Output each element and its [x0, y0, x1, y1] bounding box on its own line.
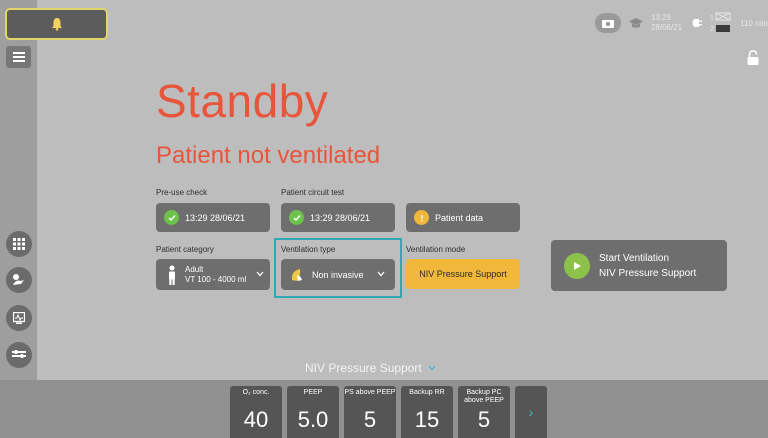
lock-icon[interactable] [746, 50, 760, 66]
datetime: 13:29 28/06/21 [651, 13, 682, 33]
battery-time: 110 min [740, 18, 768, 28]
power-plug-icon [692, 19, 703, 27]
menu-button[interactable] [6, 46, 31, 68]
ventilation-type-value: Non invasive [312, 269, 364, 280]
camera-icon [601, 20, 614, 28]
patient-category-value: Adult [185, 264, 204, 274]
play-icon [564, 252, 590, 279]
ventilation-type-select[interactable]: Non invasive [281, 259, 395, 290]
preuse-check-value: 13:29 28/06/21 [185, 212, 246, 223]
hamburger-icon [12, 52, 25, 62]
checkmark-icon [164, 210, 179, 225]
alarm-button[interactable] [5, 8, 108, 40]
param-name: PEEP [303, 389, 323, 396]
monitor-button[interactable] [6, 305, 32, 331]
tools-button[interactable] [6, 342, 32, 368]
time: 13:29 [650, 13, 672, 22]
battery-icon: 1 2 [710, 12, 731, 33]
param-peep[interactable]: PEEP 5.0 [287, 386, 339, 438]
patient-data-button[interactable]: Patient data [406, 203, 520, 232]
circuit-test-value: 13:29 28/06/21 [310, 212, 371, 223]
page-subtitle: Patient not ventilated [156, 142, 381, 169]
param-backup-pc[interactable]: Backup PC above PEEP 5 [458, 386, 510, 438]
tools-icon [12, 350, 26, 358]
patient-category-select[interactable]: Adult VT 100 - 4000 ml [156, 259, 270, 290]
param-ps-above-peep[interactable]: PS above PEEP 5 [344, 386, 396, 438]
grid-icon [13, 238, 25, 250]
param-name: PS above PEEP [344, 389, 396, 396]
start-ventilation-line1: Start Ventilation [599, 252, 670, 264]
param-name: O₂ conc. [242, 389, 270, 396]
preuse-check-label: Pre-use check [156, 188, 208, 197]
screenshot-button[interactable] [594, 13, 621, 33]
param-value: 15 [414, 407, 440, 432]
bell-icon [51, 18, 62, 31]
checkmark-icon [289, 210, 304, 225]
start-ventilation-button[interactable]: Start Ventilation NIV Pressure Support [551, 240, 727, 291]
ventilation-mode-label: Ventilation mode [406, 245, 466, 254]
start-ventilation-line2: NIV Pressure Support [599, 267, 697, 279]
monitor-icon [13, 312, 25, 324]
param-o2-conc[interactable]: O₂ conc. 40 [230, 386, 282, 438]
param-value: 5 [363, 407, 377, 432]
patient-category-range: VT 100 - 4000 ml [185, 274, 247, 284]
chevron-right-icon: › [528, 404, 534, 420]
standby-patient-button[interactable] [6, 267, 32, 293]
preuse-check-button[interactable]: 13:29 28/06/21 [156, 203, 270, 232]
param-name: Backup PC above PEEP [464, 389, 504, 404]
patient-standby-icon [13, 274, 24, 285]
circuit-test-button[interactable]: 13:29 28/06/21 [281, 203, 395, 232]
param-name: Backup RR [409, 389, 445, 396]
chevron-down-icon [428, 365, 436, 371]
svg-text:2: 2 [710, 26, 714, 33]
ventilation-mode-button[interactable]: NIV Pressure Support [406, 259, 520, 289]
apps-grid-button[interactable] [6, 231, 32, 257]
graduation-cap-icon [628, 18, 643, 28]
param-value: 5.0 [297, 407, 329, 432]
mode-selector-label: NIV Pressure Support [305, 361, 422, 375]
param-backup-rr[interactable]: Backup RR 15 [401, 386, 453, 438]
patient-category-label: Patient category [156, 245, 214, 254]
mask-icon [291, 268, 302, 281]
status-bar: 13:29 28/06/21 1 2 110 min [594, 10, 768, 36]
date: 28/06/21 [650, 23, 683, 32]
param-value: 5 [477, 407, 491, 432]
next-params-button[interactable]: › [515, 386, 547, 438]
info-warning-icon [414, 210, 429, 225]
svg-text:1: 1 [710, 15, 714, 22]
chevron-down-icon [256, 271, 264, 277]
chevron-down-icon [377, 271, 385, 277]
mode-selector[interactable]: NIV Pressure Support [305, 361, 436, 375]
parameter-bar: O₂ conc. 40 PEEP 5.0 PS above PEEP 5 Bac… [0, 380, 768, 438]
adult-person-icon [169, 265, 175, 285]
patient-data-label: Patient data [435, 212, 484, 223]
circuit-test-label: Patient circuit test [281, 188, 345, 197]
page-title: Standby [156, 75, 329, 127]
param-value: 40 [243, 407, 269, 432]
ventilation-type-label: Ventilation type [281, 245, 336, 254]
